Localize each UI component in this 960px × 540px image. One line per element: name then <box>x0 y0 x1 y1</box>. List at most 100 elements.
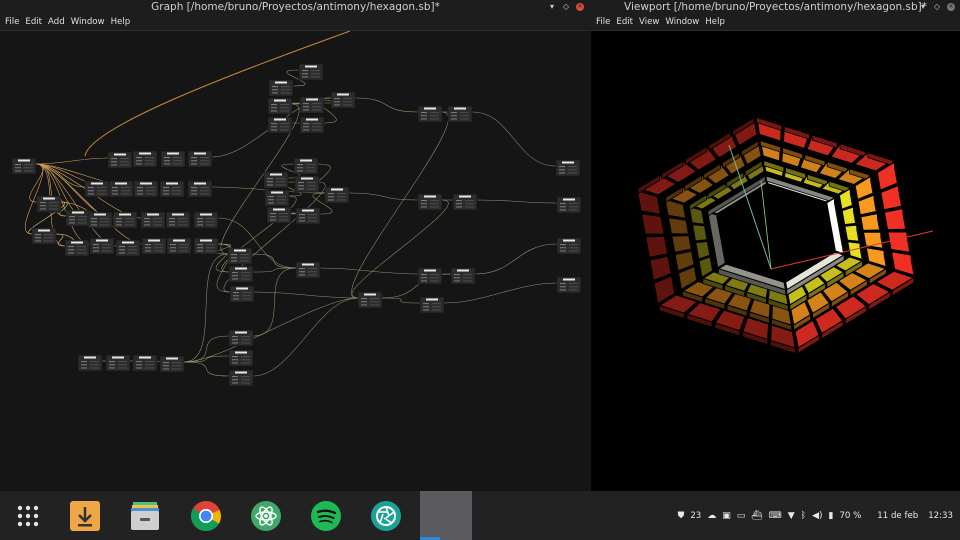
docker-icon[interactable]: ⛴ <box>751 511 762 521</box>
graph-node[interactable] <box>268 79 294 97</box>
cloud-icon[interactable]: ☁ <box>707 511 716 521</box>
atom-icon[interactable] <box>249 499 283 533</box>
node-graph-canvas[interactable] <box>0 30 591 491</box>
minimize-icon[interactable]: ▾ <box>919 0 927 14</box>
graph-node[interactable] <box>133 180 159 198</box>
graph-node[interactable] <box>108 180 134 198</box>
graph-node[interactable] <box>295 261 321 279</box>
graph-node[interactable] <box>187 180 213 198</box>
graph-node[interactable] <box>228 265 254 283</box>
graph-node[interactable] <box>452 193 478 211</box>
graph-node[interactable] <box>107 151 133 169</box>
graph-node[interactable] <box>140 211 166 229</box>
graph-node[interactable] <box>89 237 115 255</box>
graph-node[interactable] <box>267 97 293 115</box>
graph-node[interactable] <box>65 209 91 227</box>
minimize-icon[interactable]: ▾ <box>548 0 556 14</box>
menu-window[interactable]: Window <box>68 14 108 30</box>
menu-window[interactable]: Window <box>662 14 702 30</box>
menu-edit[interactable]: Edit <box>613 14 636 30</box>
graph-node[interactable] <box>293 157 319 175</box>
graph-node[interactable] <box>299 96 325 114</box>
graph-node[interactable] <box>227 247 253 265</box>
graph-node[interactable] <box>132 354 158 372</box>
menu-edit[interactable]: Edit <box>22 14 45 30</box>
graph-titlebar[interactable]: Graph [/home/bruno/Proyectos/antimony/he… <box>0 0 591 14</box>
graph-node[interactable] <box>266 206 292 224</box>
menu-help[interactable]: Help <box>702 14 728 30</box>
graph-node[interactable] <box>105 354 131 372</box>
graph-node[interactable] <box>419 296 445 314</box>
graph-node[interactable] <box>298 63 324 81</box>
graph-node[interactable] <box>357 291 383 309</box>
viewport-titlebar[interactable]: Viewport [/home/bruno/Proyectos/antimony… <box>591 0 960 14</box>
downloader-icon[interactable] <box>68 499 102 533</box>
hexagon-model[interactable] <box>591 31 960 491</box>
close-icon[interactable]: ✕ <box>947 3 955 11</box>
graph-node[interactable] <box>64 239 90 257</box>
graph-node[interactable] <box>450 267 476 285</box>
graph-node[interactable] <box>299 116 325 134</box>
menu-add[interactable]: Add <box>45 14 68 30</box>
graph-node[interactable] <box>556 196 582 214</box>
graph-node[interactable] <box>31 227 57 245</box>
graph-node[interactable] <box>159 355 185 373</box>
graph-node[interactable] <box>417 105 443 123</box>
graph-node[interactable] <box>263 171 289 189</box>
node-graph[interactable] <box>0 30 591 491</box>
close-icon[interactable]: ✕ <box>576 3 584 11</box>
menu-file[interactable]: File <box>593 14 613 30</box>
notification-count[interactable]: 23 <box>690 511 701 521</box>
graph-node[interactable] <box>228 329 254 347</box>
wifi-icon[interactable]: ▼ <box>788 511 795 521</box>
graph-node[interactable] <box>165 211 191 229</box>
graph-node[interactable] <box>160 150 186 168</box>
app-grid-icon[interactable] <box>11 499 45 533</box>
menu-help[interactable]: Help <box>108 14 134 30</box>
graph-node[interactable] <box>228 349 254 367</box>
chrome-icon[interactable] <box>189 499 223 533</box>
graph-node[interactable] <box>87 211 113 229</box>
graph-node[interactable] <box>267 116 293 134</box>
battery-percentage[interactable]: 70 % <box>839 511 861 521</box>
3d-viewport-canvas[interactable] <box>591 31 960 491</box>
graph-node[interactable] <box>324 186 350 204</box>
graph-node[interactable] <box>77 354 103 372</box>
graph-node[interactable] <box>193 211 219 229</box>
graph-node[interactable] <box>187 150 213 168</box>
graph-node[interactable] <box>132 150 158 168</box>
menu-view[interactable]: View <box>636 14 662 30</box>
camera-app-icon[interactable] <box>369 499 403 533</box>
graph-node[interactable] <box>193 237 219 255</box>
graph-node[interactable] <box>228 369 254 387</box>
graph-node[interactable] <box>11 157 37 175</box>
spotify-icon[interactable] <box>309 499 343 533</box>
image-icon[interactable]: ▣ <box>722 511 731 521</box>
clock-date[interactable]: 11 de feb <box>877 511 918 521</box>
bluetooth-icon[interactable]: ᛒ <box>801 511 806 521</box>
volume-icon[interactable]: ◀) <box>812 511 822 521</box>
clock-time[interactable]: 12:33 <box>928 511 953 521</box>
keyboard-icon[interactable]: ⌨ <box>769 511 782 521</box>
graph-node[interactable] <box>166 237 192 255</box>
graph-node[interactable] <box>84 180 110 198</box>
graph-node[interactable] <box>141 237 167 255</box>
graph-node[interactable] <box>417 193 443 211</box>
graph-node[interactable] <box>330 91 356 109</box>
active-window-slot[interactable] <box>420 491 472 540</box>
graph-node[interactable] <box>295 207 321 225</box>
graph-node[interactable] <box>417 267 443 285</box>
graph-node[interactable] <box>115 239 141 257</box>
graph-node[interactable] <box>447 105 473 123</box>
screen-icon[interactable]: ▭ <box>737 511 746 521</box>
maximize-icon[interactable]: ◇ <box>562 0 570 14</box>
graph-node[interactable] <box>556 276 582 294</box>
graph-node[interactable] <box>556 237 582 255</box>
shield-icon[interactable]: ⛊ <box>678 511 685 521</box>
graph-node[interactable] <box>36 195 62 213</box>
menu-file[interactable]: File <box>2 14 22 30</box>
graph-node[interactable] <box>229 285 255 303</box>
maximize-icon[interactable]: ◇ <box>933 0 941 14</box>
graph-node[interactable] <box>264 189 290 207</box>
graph-node[interactable] <box>159 180 185 198</box>
